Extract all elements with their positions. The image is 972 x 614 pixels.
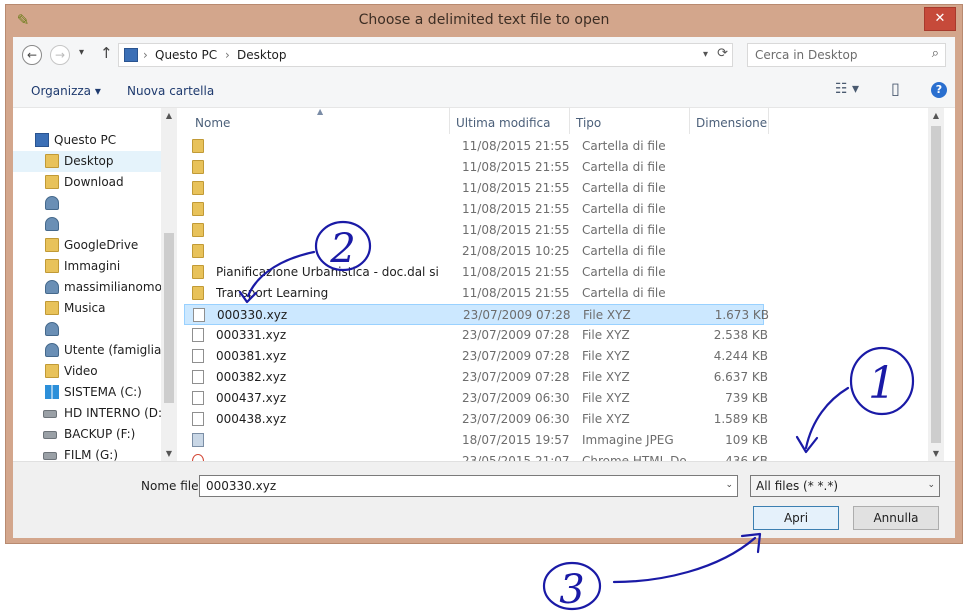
annotation-label-1: 1 bbox=[868, 358, 896, 409]
annotation-layer: 1 2 3 bbox=[238, 220, 915, 613]
annotation-arrow-2 bbox=[246, 250, 316, 298]
annotation-label-2: 2 bbox=[329, 226, 355, 272]
annotation-label-3: 3 bbox=[559, 567, 584, 613]
annotation-arrowhead-3 bbox=[740, 532, 762, 554]
annotation-arrow-3 bbox=[612, 536, 757, 584]
annotation-arrow-1 bbox=[804, 386, 850, 450]
